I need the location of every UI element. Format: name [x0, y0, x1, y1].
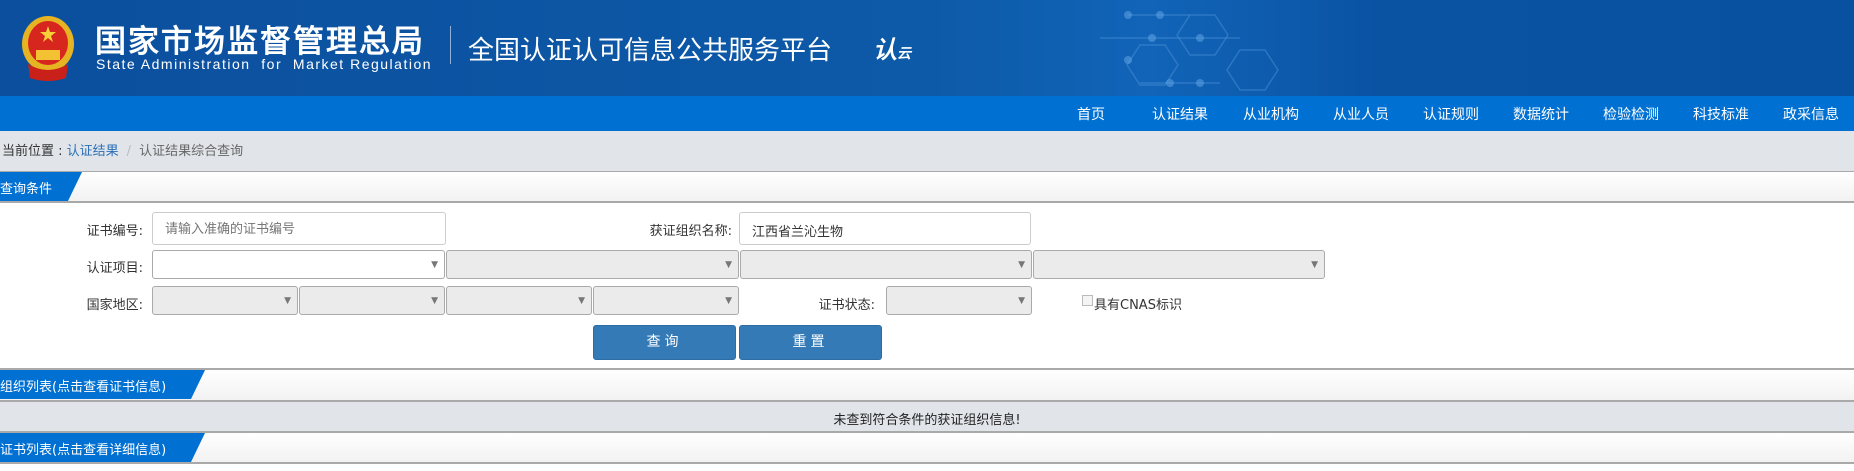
project-select-1[interactable]: ▼ — [152, 250, 445, 279]
cnas-label: 具有CNAS标识 — [1094, 298, 1182, 313]
status-label: 证书状态: — [818, 298, 875, 313]
org-name-label: 获证组织名称: — [649, 224, 732, 239]
platform-title: 全国认证认可信息公共服务平台 — [468, 36, 833, 66]
dropdown-arrow-icon: ▼ — [725, 296, 732, 306]
dropdown-arrow-icon: ▼ — [725, 260, 732, 270]
dropdown-arrow-icon: ▼ — [1018, 296, 1025, 306]
region-select-2[interactable]: ▼ — [299, 286, 445, 315]
search-button[interactable]: 查询 — [593, 325, 736, 360]
header-divider — [450, 26, 451, 64]
cert-list-section-header: 证书列表(点击查看详细信息) — [0, 433, 1854, 464]
hexagon-pattern-decoration — [1100, 11, 1279, 91]
nav-testing[interactable]: 检验检测 — [1603, 104, 1659, 124]
dropdown-arrow-icon: ▼ — [431, 296, 438, 306]
nav-personnel[interactable]: 从业人员 — [1333, 104, 1389, 124]
nav-cert-results[interactable]: 认证结果 — [1152, 104, 1208, 124]
org-name-input[interactable]: 江西省兰沁生物 — [739, 212, 1031, 245]
query-section-header: 查询条件 — [0, 172, 1854, 203]
nav-procurement[interactable]: 政采信息 — [1783, 104, 1839, 124]
breadcrumb-separator: / — [126, 144, 132, 159]
section-tab: 证书列表(点击查看详细信息) — [0, 433, 205, 462]
cnas-checkbox[interactable] — [1082, 295, 1093, 306]
breadcrumb-prefix: 当前位置 : — [2, 144, 67, 159]
cert-no-input[interactable] — [152, 212, 446, 245]
section-tab: 查询条件 — [0, 172, 82, 201]
nav-statistics[interactable]: 数据统计 — [1513, 104, 1569, 124]
agency-title: 国家市场监督管理总局 — [95, 24, 425, 60]
region-select-3[interactable]: ▼ — [446, 286, 592, 315]
project-label: 认证项目: — [86, 261, 143, 276]
project-select-2[interactable]: ▼ — [446, 250, 739, 279]
nav-home[interactable]: 首页 — [1077, 104, 1105, 124]
nav-institutions[interactable]: 从业机构 — [1243, 104, 1299, 124]
dropdown-arrow-icon: ▼ — [1018, 260, 1025, 270]
site-header: 国家市场监督管理总局 State Administration for Mark… — [0, 0, 1854, 96]
main-nav: 首页 认证结果 从业机构 从业人员 认证规则 数据统计 检验检测 科技标准 政采… — [0, 96, 1854, 131]
org-list-empty-message: 未查到符合条件的获证组织信息! — [0, 402, 1854, 433]
project-select-3[interactable]: ▼ — [740, 250, 1032, 279]
project-select-4[interactable]: ▼ — [1033, 250, 1325, 279]
breadcrumb-current: 认证结果综合查询 — [139, 144, 244, 159]
dropdown-arrow-icon: ▼ — [1311, 260, 1318, 270]
breadcrumb: 当前位置 : 认证结果 / 认证结果综合查询 — [0, 131, 1854, 172]
agency-title-english: State Administration for Market Regulati… — [96, 56, 433, 72]
cert-no-label: 证书编号: — [86, 224, 143, 239]
region-select-1[interactable]: ▼ — [152, 286, 298, 315]
section-tab: 组织列表(点击查看证书信息) — [0, 370, 205, 399]
dropdown-arrow-icon: ▼ — [284, 296, 291, 306]
org-list-section-header: 组织列表(点击查看证书信息) — [0, 368, 1854, 402]
renyun-logo: 认云 — [873, 36, 911, 64]
status-select[interactable]: ▼ — [886, 286, 1032, 315]
dropdown-arrow-icon: ▼ — [578, 296, 585, 306]
dropdown-arrow-icon: ▼ — [431, 260, 438, 270]
nav-standards[interactable]: 科技标准 — [1693, 104, 1749, 124]
reset-button[interactable]: 重置 — [739, 325, 882, 360]
nav-rules[interactable]: 认证规则 — [1423, 104, 1479, 124]
region-label: 国家地区: — [86, 298, 143, 313]
region-select-4[interactable]: ▼ — [593, 286, 739, 315]
national-emblem-icon — [22, 16, 74, 81]
breadcrumb-link[interactable]: 认证结果 — [67, 144, 119, 159]
